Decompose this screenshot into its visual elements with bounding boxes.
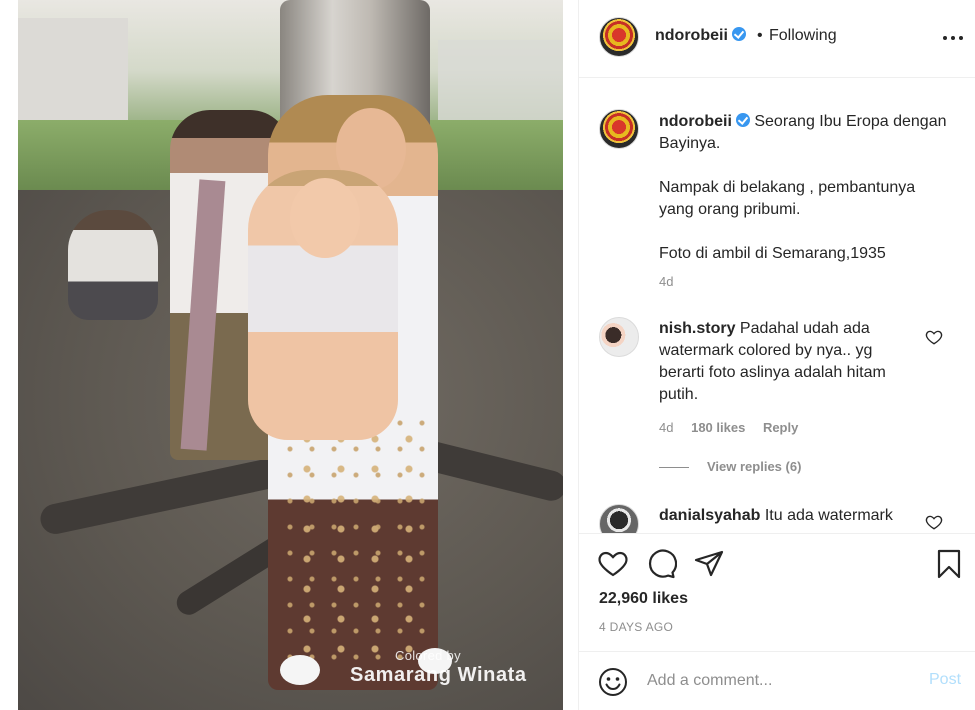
avatar[interactable] [599, 317, 639, 357]
heart-icon[interactable] [597, 548, 629, 580]
photo-baby-face [290, 178, 360, 258]
reply-button[interactable]: Reply [763, 420, 798, 435]
comment-meta: 4d 180 likes Reply [659, 420, 812, 435]
post-date[interactable]: 4 DAYS AGO [599, 620, 673, 634]
comment-text: danialsyahab Itu ada watermark [659, 505, 929, 527]
photo-foot [280, 655, 320, 685]
watermark-big: Samarang Winata [350, 664, 527, 686]
post-side-panel: ndorobeii • Following ndorobeii Seorang … [578, 0, 975, 710]
following-button[interactable]: Following [769, 27, 837, 45]
heart-icon[interactable] [925, 513, 943, 531]
likes-count[interactable]: 22,960 likes [599, 590, 688, 608]
comment-likes[interactable]: 180 likes [691, 420, 745, 435]
comment-timestamp[interactable]: 4d [659, 420, 673, 435]
comment-icon[interactable] [645, 548, 677, 580]
avatar[interactable] [599, 109, 639, 149]
watermark-small: Colored by [395, 648, 461, 663]
comment-input[interactable] [647, 668, 917, 694]
comments-section[interactable]: ndorobeii Seorang Ibu Eropa dengan Bayin… [579, 79, 975, 533]
header-username[interactable]: ndorobeii [655, 27, 746, 45]
bookmark-icon[interactable] [933, 548, 965, 580]
separator-dot: • [757, 27, 763, 44]
post-photo[interactable]: Colored by Samarang Winata [0, 0, 578, 710]
divider [659, 467, 689, 468]
caption: ndorobeii Seorang Ibu Eropa dengan Bayin… [659, 111, 949, 265]
caption-line: Nampak di belakang , pembantunya yang or… [659, 179, 916, 218]
photo-sitting-child [68, 210, 158, 320]
avatar[interactable] [599, 17, 639, 57]
view-replies-button[interactable]: View replies (6) [707, 459, 801, 474]
caption-line: Foto di ambil di Semarang,1935 [659, 245, 886, 262]
heart-icon[interactable] [925, 328, 943, 346]
comment-username[interactable]: danialsyahab [659, 507, 760, 524]
comment-text: nish.story Padahal udah ada watermark co… [659, 318, 919, 406]
emoji-icon[interactable] [597, 666, 629, 698]
verified-badge-icon [731, 27, 746, 41]
caption-timestamp[interactable]: 4d [659, 274, 673, 289]
post-actions: 22,960 likes 4 DAYS AGO [579, 533, 975, 643]
username-text[interactable]: ndorobeii [655, 27, 728, 44]
comment-body: Itu ada watermark [764, 507, 893, 524]
add-comment-bar: Post [579, 651, 975, 710]
verified-badge-icon [735, 113, 750, 127]
photo-batik-pattern [286, 420, 436, 670]
comment-username[interactable]: nish.story [659, 320, 735, 337]
share-icon[interactable] [693, 548, 725, 580]
avatar[interactable] [599, 504, 639, 533]
more-horizontal-icon[interactable] [941, 30, 965, 44]
caption-username[interactable]: ndorobeii [659, 113, 732, 130]
photo-building [438, 40, 563, 130]
post-header: ndorobeii • Following [579, 0, 975, 78]
photo-image [18, 0, 563, 710]
post-button[interactable]: Post [929, 671, 961, 689]
